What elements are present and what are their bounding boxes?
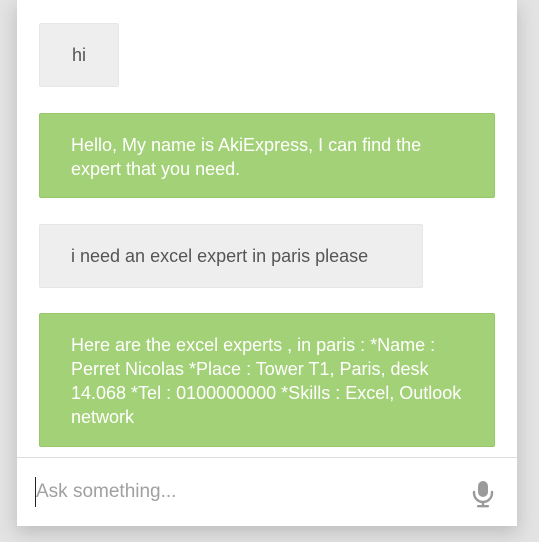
microphone-icon[interactable] bbox=[471, 480, 495, 508]
bot-message: Here are the excel experts , in paris : … bbox=[39, 313, 495, 447]
user-message: hi bbox=[39, 23, 119, 87]
message-list: hi Hello, My name is AkiExpress, I can f… bbox=[17, 0, 517, 457]
ask-input[interactable] bbox=[35, 477, 456, 507]
message-text: Here are the excel experts , in paris : … bbox=[71, 335, 462, 427]
message-text: hi bbox=[71, 45, 86, 65]
message-text: Hello, My name is AkiExpress, I can find… bbox=[71, 135, 422, 179]
bot-message: Hello, My name is AkiExpress, I can find… bbox=[39, 113, 495, 198]
user-message: i need an excel expert in paris please bbox=[39, 224, 423, 288]
message-text: i need an excel expert in paris please bbox=[71, 246, 369, 266]
chat-panel: hi Hello, My name is AkiExpress, I can f… bbox=[17, 0, 517, 526]
message-composer bbox=[17, 457, 517, 526]
